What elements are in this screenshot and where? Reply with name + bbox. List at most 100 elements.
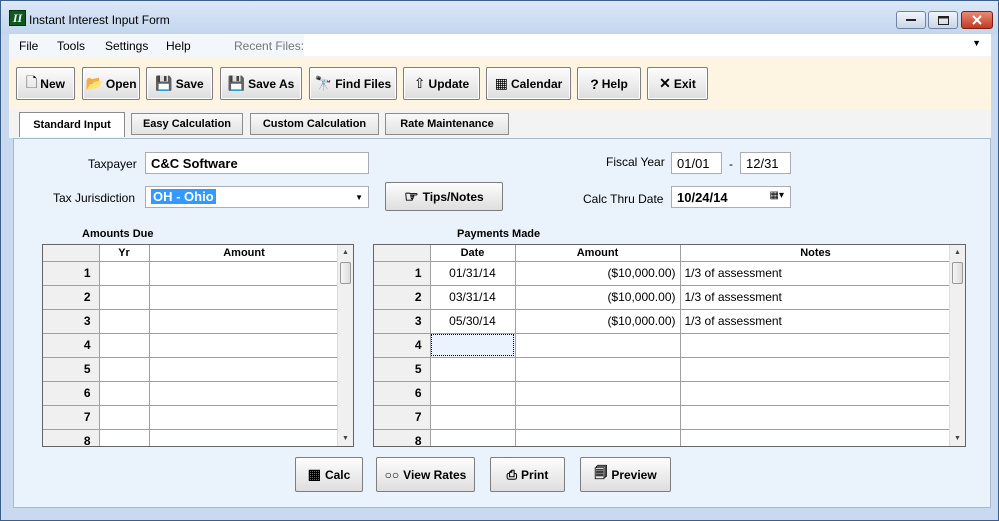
scroll-thumb[interactable] bbox=[952, 262, 963, 284]
date-cell[interactable] bbox=[430, 357, 516, 382]
yr-cell[interactable] bbox=[99, 261, 150, 286]
row-number[interactable]: 1 bbox=[43, 261, 100, 286]
payments-scrollbar[interactable]: ▲ ▼ bbox=[949, 245, 965, 446]
amount-cell[interactable] bbox=[149, 333, 340, 358]
table-row[interactable]: 8 bbox=[43, 429, 340, 446]
date-cell[interactable]: 05/30/14 bbox=[430, 309, 516, 334]
tips-notes-button[interactable]: ☞ Tips/Notes bbox=[385, 182, 503, 211]
row-number[interactable]: 8 bbox=[43, 429, 100, 446]
taxpayer-input[interactable]: C&C Software bbox=[145, 152, 369, 174]
table-row[interactable]: 3 bbox=[43, 309, 340, 334]
row-number[interactable]: ▶2 bbox=[43, 285, 100, 310]
yr-cell[interactable] bbox=[99, 333, 150, 358]
save-button[interactable]: 💾 Save bbox=[146, 67, 213, 100]
recent-files-dropdown[interactable]: ▼ bbox=[304, 34, 991, 56]
calendar-button[interactable]: ▦ Calendar bbox=[486, 67, 571, 100]
row-number[interactable]: 8 bbox=[374, 429, 431, 446]
row-number[interactable]: 6 bbox=[43, 381, 100, 406]
calendar-dropdown-icon[interactable]: ▦▾ bbox=[770, 190, 784, 201]
table-row[interactable]: 5 bbox=[43, 357, 340, 382]
amount-cell[interactable]: ($10,000.00) bbox=[515, 285, 681, 310]
menu-help[interactable]: Help bbox=[166, 39, 191, 53]
open-button[interactable]: 📂 Open bbox=[82, 67, 140, 100]
notes-cell[interactable] bbox=[680, 381, 952, 406]
table-row[interactable]: ▶4 bbox=[374, 333, 952, 358]
payments-made-grid[interactable]: Date Amount Notes 1 01/31/14 ($10,000.00) 1… bbox=[373, 244, 966, 447]
view-rates-button[interactable]: ○○ View Rates bbox=[376, 457, 475, 492]
yr-cell[interactable] bbox=[99, 405, 150, 430]
row-number[interactable]: 7 bbox=[43, 405, 100, 430]
amount-cell[interactable] bbox=[149, 309, 340, 334]
row-number[interactable]: 7 bbox=[374, 405, 431, 430]
tab-easy-calculation[interactable]: Easy Calculation bbox=[131, 113, 243, 135]
row-number[interactable]: 2 bbox=[374, 285, 431, 310]
notes-cell[interactable]: 1/3 of assessment bbox=[680, 309, 952, 334]
update-button[interactable]: ⇧ Update bbox=[403, 67, 480, 100]
table-row[interactable]: 4 bbox=[43, 333, 340, 358]
row-number[interactable]: 3 bbox=[43, 309, 100, 334]
amount-cell[interactable] bbox=[149, 285, 340, 310]
amount-cell[interactable] bbox=[515, 381, 681, 406]
scroll-up-icon[interactable]: ▲ bbox=[338, 245, 353, 260]
table-row[interactable]: ▶2 bbox=[43, 285, 340, 310]
row-number[interactable]: 1 bbox=[374, 261, 431, 286]
date-cell[interactable] bbox=[430, 381, 516, 406]
tab-standard-input[interactable]: Standard Input bbox=[19, 112, 125, 137]
table-row[interactable]: 7 bbox=[374, 405, 952, 430]
yr-cell[interactable] bbox=[99, 309, 150, 334]
row-number[interactable]: 6 bbox=[374, 381, 431, 406]
yr-cell[interactable] bbox=[99, 429, 150, 446]
amount-cell[interactable] bbox=[515, 333, 681, 358]
calc-thru-date-input[interactable]: 10/24/14 ▦▾ bbox=[671, 186, 791, 208]
table-row[interactable]: 6 bbox=[374, 381, 952, 406]
date-cell[interactable]: 03/31/14 bbox=[430, 285, 516, 310]
exit-button[interactable]: ✕ Exit bbox=[647, 67, 708, 100]
yr-cell[interactable] bbox=[99, 381, 150, 406]
menu-tools[interactable]: Tools bbox=[57, 39, 85, 53]
row-number[interactable]: ▶4 bbox=[374, 333, 431, 358]
notes-cell[interactable] bbox=[680, 429, 952, 446]
date-cell[interactable] bbox=[430, 333, 516, 358]
notes-cell[interactable]: 1/3 of assessment bbox=[680, 261, 952, 286]
scroll-down-icon[interactable]: ▼ bbox=[950, 431, 965, 446]
date-cell[interactable] bbox=[430, 405, 516, 430]
amount-cell[interactable] bbox=[149, 429, 340, 446]
preview-button[interactable]: 🗐 Preview bbox=[580, 457, 671, 492]
table-row[interactable]: 2 03/31/14 ($10,000.00) 1/3 of assessment bbox=[374, 285, 952, 310]
yr-cell[interactable] bbox=[99, 285, 150, 310]
minimize-button[interactable] bbox=[896, 11, 926, 29]
amount-cell[interactable] bbox=[515, 405, 681, 430]
print-button[interactable]: ⎙ Print bbox=[490, 457, 565, 492]
row-number[interactable]: 3 bbox=[374, 309, 431, 334]
close-button[interactable] bbox=[961, 11, 993, 29]
menu-settings[interactable]: Settings bbox=[105, 39, 148, 53]
amount-cell[interactable] bbox=[149, 381, 340, 406]
table-row[interactable]: 3 05/30/14 ($10,000.00) 1/3 of assessment bbox=[374, 309, 952, 334]
new-button[interactable]: 🗋 New bbox=[16, 67, 75, 100]
amount-cell[interactable]: ($10,000.00) bbox=[515, 261, 681, 286]
tab-rate-maintenance[interactable]: Rate Maintenance bbox=[385, 113, 509, 135]
date-cell[interactable]: 01/31/14 bbox=[430, 261, 516, 286]
amount-cell[interactable] bbox=[515, 357, 681, 382]
row-number[interactable]: 5 bbox=[43, 357, 100, 382]
yr-cell[interactable] bbox=[99, 357, 150, 382]
amount-cell[interactable] bbox=[149, 261, 340, 286]
row-number[interactable]: 5 bbox=[374, 357, 431, 382]
tab-custom-calculation[interactable]: Custom Calculation bbox=[250, 113, 379, 135]
amount-cell[interactable] bbox=[515, 429, 681, 446]
help-button[interactable]: ? Help bbox=[577, 67, 641, 100]
notes-cell[interactable] bbox=[680, 333, 952, 358]
fiscal-year-end-input[interactable]: 12/31 bbox=[740, 152, 791, 174]
calc-button[interactable]: ▦ Calc bbox=[295, 457, 363, 492]
notes-cell[interactable]: 1/3 of assessment bbox=[680, 285, 952, 310]
row-number[interactable]: 4 bbox=[43, 333, 100, 358]
menu-file[interactable]: File bbox=[19, 39, 38, 53]
table-row[interactable]: 7 bbox=[43, 405, 340, 430]
amount-cell[interactable]: ($10,000.00) bbox=[515, 309, 681, 334]
table-row[interactable]: 5 bbox=[374, 357, 952, 382]
scroll-up-icon[interactable]: ▲ bbox=[950, 245, 965, 260]
fiscal-year-start-input[interactable]: 01/01 bbox=[671, 152, 722, 174]
table-row[interactable]: 1 bbox=[43, 261, 340, 286]
amount-cell[interactable] bbox=[149, 405, 340, 430]
table-row[interactable]: 6 bbox=[43, 381, 340, 406]
